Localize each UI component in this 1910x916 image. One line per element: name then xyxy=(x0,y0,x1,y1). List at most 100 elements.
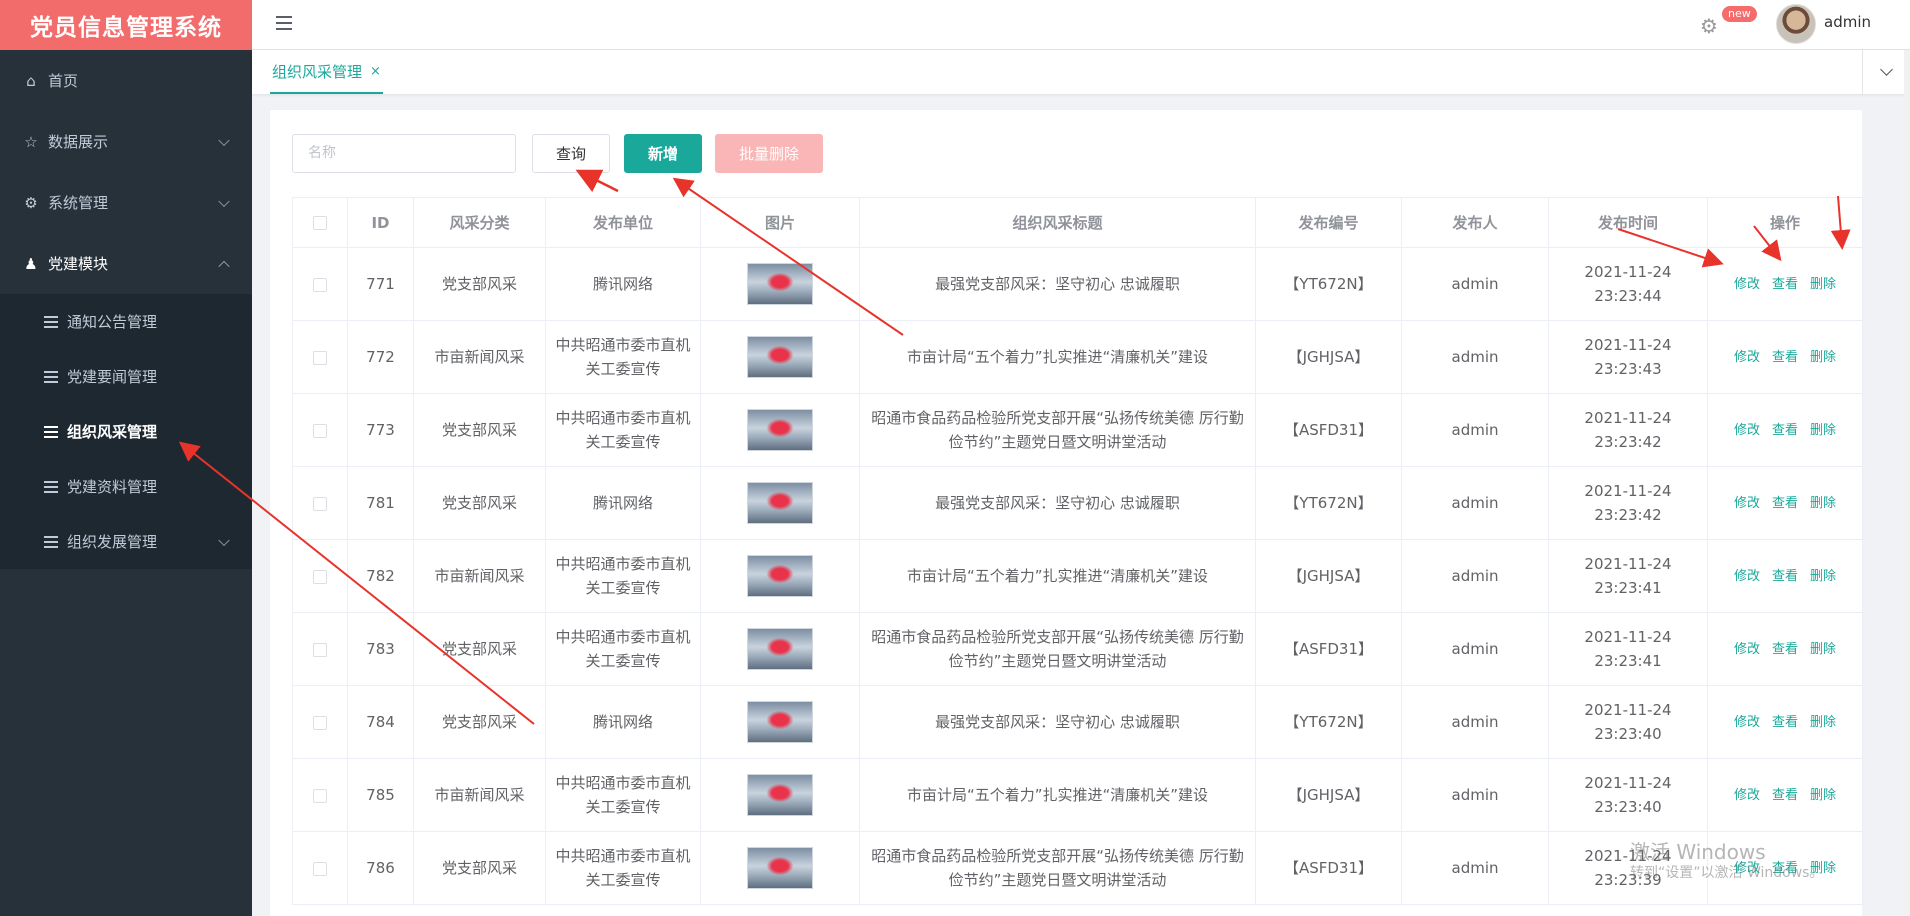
edit-link[interactable]: 修改 xyxy=(1734,788,1760,803)
view-link[interactable]: 查看 xyxy=(1772,642,1798,657)
tab-org-style[interactable]: 组织风采管理 × xyxy=(270,50,383,94)
view-link[interactable]: 查看 xyxy=(1772,350,1798,365)
row-checkbox[interactable] xyxy=(313,350,327,365)
row-select-cell xyxy=(292,393,348,467)
home-icon: ⌂ xyxy=(26,71,36,90)
delete-link[interactable]: 删除 xyxy=(1810,715,1836,730)
view-link[interactable]: 查看 xyxy=(1772,569,1798,584)
close-icon[interactable]: × xyxy=(370,64,381,79)
view-link[interactable]: 查看 xyxy=(1772,788,1798,803)
edit-link[interactable]: 修改 xyxy=(1734,715,1760,730)
column-header: ID xyxy=(347,197,414,248)
sidebar-item-org-development[interactable]: 组织发展管理 xyxy=(0,514,252,569)
thumbnail-image[interactable] xyxy=(747,847,813,889)
thumbnail-image[interactable] xyxy=(747,409,813,451)
view-link[interactable]: 查看 xyxy=(1772,423,1798,438)
delete-link[interactable]: 删除 xyxy=(1810,642,1836,657)
row-checkbox[interactable] xyxy=(313,642,327,657)
sidebar-item-materials[interactable]: 党建资料管理 xyxy=(0,459,252,514)
view-link[interactable]: 查看 xyxy=(1772,496,1798,511)
hamburger-icon[interactable] xyxy=(276,16,292,30)
cell-time: 2021-11-24 23:23:42 xyxy=(1548,466,1708,540)
sidebar-item-home[interactable]: ⌂ 首页 xyxy=(0,50,252,111)
delete-link[interactable]: 删除 xyxy=(1810,496,1836,511)
settings-gear-icon[interactable]: ⚙ xyxy=(1700,14,1718,38)
app-title: 党员信息管理系统 xyxy=(0,0,252,50)
view-link[interactable]: 查看 xyxy=(1772,277,1798,292)
new-badge: new xyxy=(1722,6,1757,22)
row-checkbox[interactable] xyxy=(313,496,327,511)
delete-link[interactable]: 删除 xyxy=(1810,423,1836,438)
actions-cell: 修改 查看 删除 xyxy=(1707,612,1863,686)
row-checkbox[interactable] xyxy=(313,715,327,730)
sidebar-item-data-display[interactable]: ☆ 数据展示 xyxy=(0,111,252,172)
cell-unit: 中共昭通市委市直机关工委宣传 xyxy=(545,539,701,613)
cell-unit: 腾讯网络 xyxy=(545,685,701,759)
row-checkbox[interactable] xyxy=(313,277,327,292)
cell-category: 市亩新闻风采 xyxy=(413,320,546,394)
scrollbar[interactable] xyxy=(1904,50,1910,916)
sidebar-item-label: 党建模块 xyxy=(48,255,109,273)
view-link[interactable]: 查看 xyxy=(1772,715,1798,730)
row-checkbox[interactable] xyxy=(313,861,327,876)
row-select-cell xyxy=(292,758,348,832)
cell-time: 2021-11-24 23:23:43 xyxy=(1548,320,1708,394)
edit-link[interactable]: 修改 xyxy=(1734,569,1760,584)
column-header: 发布人 xyxy=(1401,197,1549,248)
thumbnail-image[interactable] xyxy=(747,482,813,524)
edit-link[interactable]: 修改 xyxy=(1734,350,1760,365)
cell-title: 市亩计局“五个着力”扎实推进“清廉机关”建设 xyxy=(859,758,1256,832)
cell-publisher: admin xyxy=(1401,247,1549,321)
select-all-checkbox[interactable] xyxy=(313,216,327,230)
actions-cell: 修改 查看 删除 xyxy=(1707,466,1863,540)
edit-link[interactable]: 修改 xyxy=(1734,496,1760,511)
cell-time: 2021-11-24 23:23:40 xyxy=(1548,685,1708,759)
sidebar-item-system[interactable]: ⚙ 系统管理 xyxy=(0,172,252,233)
sidebar-item-party-module[interactable]: ♟ 党建模块 xyxy=(0,233,252,294)
table-row: 786 党支部风采 中共昭通市委市直机关工委宣传 昭通市食品药品检验所党支部开展“弘扬… xyxy=(292,831,1863,905)
sidebar-item-notice[interactable]: 通知公告管理 xyxy=(0,294,252,349)
cell-unit: 腾讯网络 xyxy=(545,466,701,540)
row-checkbox[interactable] xyxy=(313,423,327,438)
list-icon xyxy=(44,480,58,493)
thumbnail-image[interactable] xyxy=(747,701,813,743)
windows-watermark: 激活 Windows xyxy=(1630,840,1766,864)
cell-publisher: admin xyxy=(1401,831,1549,905)
cell-code: 【ASFD31】 xyxy=(1255,612,1402,686)
cell-category: 党支部风采 xyxy=(413,612,546,686)
image-cell xyxy=(700,539,860,613)
column-header: 发布时间 xyxy=(1548,197,1708,248)
sidebar-item-org-style[interactable]: 组织风采管理 xyxy=(0,404,252,459)
batch-delete-button[interactable]: 批量删除 xyxy=(715,133,823,173)
avatar[interactable] xyxy=(1776,4,1816,44)
edit-link[interactable]: 修改 xyxy=(1734,642,1760,657)
cell-publisher: admin xyxy=(1401,320,1549,394)
cell-code: 【ASFD31】 xyxy=(1255,831,1402,905)
thumbnail-image[interactable] xyxy=(747,263,813,305)
row-select-cell xyxy=(292,612,348,686)
actions-cell: 修改 查看 删除 xyxy=(1707,247,1863,321)
thumbnail-image[interactable] xyxy=(747,628,813,670)
cell-code: 【ASFD31】 xyxy=(1255,393,1402,467)
tabs-dropdown-button[interactable] xyxy=(1862,50,1910,94)
thumbnail-image[interactable] xyxy=(747,555,813,597)
edit-link[interactable]: 修改 xyxy=(1734,277,1760,292)
delete-link[interactable]: 删除 xyxy=(1810,569,1836,584)
add-button[interactable]: 新增 xyxy=(624,133,702,173)
edit-link[interactable]: 修改 xyxy=(1734,423,1760,438)
delete-link[interactable]: 删除 xyxy=(1810,788,1836,803)
delete-link[interactable]: 删除 xyxy=(1810,350,1836,365)
cell-publisher: admin xyxy=(1401,685,1549,759)
query-button[interactable]: 查询 xyxy=(532,133,610,173)
sidebar-item-news[interactable]: 党建要闻管理 xyxy=(0,349,252,404)
row-checkbox[interactable] xyxy=(313,788,327,803)
thumbnail-image[interactable] xyxy=(747,336,813,378)
row-checkbox[interactable] xyxy=(313,569,327,584)
cell-category: 市亩新闻风采 xyxy=(413,758,546,832)
cell-publisher: admin xyxy=(1401,466,1549,540)
delete-link[interactable]: 删除 xyxy=(1810,277,1836,292)
username[interactable]: admin xyxy=(1824,13,1871,31)
thumbnail-image[interactable] xyxy=(747,774,813,816)
name-search-input[interactable] xyxy=(292,133,516,173)
select-all-cell xyxy=(292,197,348,248)
